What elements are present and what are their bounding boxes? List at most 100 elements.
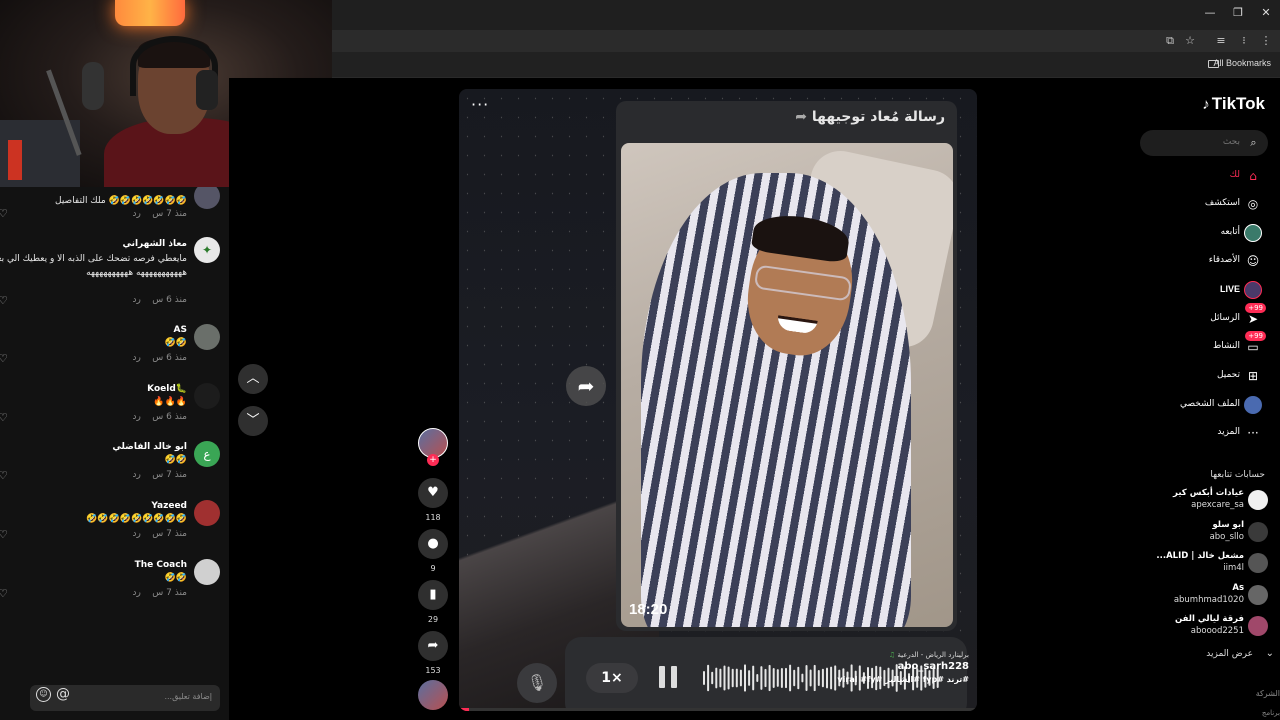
mention-icon[interactable]: @: [56, 686, 70, 702]
followed-account[interactable]: As abumhmad1020: [1140, 583, 1268, 613]
reply-link[interactable]: رد: [132, 470, 140, 480]
avatar[interactable]: ✦: [194, 237, 220, 263]
avatar[interactable]: [194, 324, 220, 350]
comment-author[interactable]: Koeld🐛: [147, 384, 187, 394]
heart-icon[interactable]: ♡: [0, 587, 8, 600]
waveform-bar: [776, 669, 779, 687]
account-handle: apexcare_sa: [1191, 500, 1244, 510]
comment-meta: منذ 7 س رد: [132, 588, 187, 598]
video-player[interactable]: ··· ➦ رسالة مُعاد توجيهها ➦ 18:20 🎙 1× ب…: [459, 89, 977, 711]
reply-link[interactable]: رد: [132, 529, 140, 539]
sidebar-item-following[interactable]: أتابعه: [1140, 223, 1268, 245]
comment-time: منذ 6 س: [152, 295, 187, 305]
heart-icon[interactable]: ♡: [0, 411, 8, 424]
followed-account[interactable]: عيادات أبكس كير apexcare_sa: [1140, 488, 1268, 518]
heart-icon[interactable]: ♡: [0, 528, 8, 541]
microphone-icon[interactable]: 🎙: [517, 663, 557, 703]
chevron-down-icon[interactable]: ⌄: [1266, 648, 1274, 659]
forwarded-label: رسالة مُعاد توجيهها: [811, 109, 945, 125]
program-link[interactable]: برنامج: [1262, 709, 1280, 717]
profile-avatar-icon: [1244, 396, 1262, 414]
sidebar-item-friends[interactable]: الأصدقاء ☺: [1140, 251, 1268, 273]
previous-video-button[interactable]: ︿: [238, 364, 268, 394]
reply-link[interactable]: رد: [132, 412, 140, 422]
avatar[interactable]: ع: [194, 441, 220, 467]
comment-time: منذ 7 س: [152, 470, 187, 480]
see-more-link[interactable]: عرض المزيد: [1206, 649, 1253, 659]
all-bookmarks-link[interactable]: All Bookmarks: [1213, 58, 1271, 68]
sidebar-item-upload[interactable]: تحميل ⊞: [1140, 366, 1268, 388]
sidebar-item-label: استكشف: [1204, 198, 1240, 208]
author-name[interactable]: abo_sarh228: [837, 661, 969, 672]
extension-icon[interactable]: ⁝: [1236, 33, 1252, 49]
bookmark-icon[interactable]: ▮: [418, 580, 448, 610]
video-progress-bar[interactable]: [459, 708, 977, 711]
search-box[interactable]: ⌕: [1140, 130, 1268, 156]
music-label[interactable]: برلينارد الرياض - الدرعية ♫: [837, 651, 969, 659]
search-icon[interactable]: ⌕: [1247, 136, 1260, 149]
heart-icon[interactable]: ♡: [0, 352, 8, 365]
heart-icon[interactable]: ♥: [418, 478, 448, 508]
sidebar-item-profile[interactable]: الملف الشخصي: [1140, 395, 1268, 417]
star-icon[interactable]: ☆: [1182, 33, 1198, 49]
hashtags[interactable]: #ترند #fyp #الشاليز #viral #fy: [837, 675, 969, 684]
following-avatar-icon: [1244, 224, 1262, 242]
comment-author[interactable]: معاذ الشهراني: [122, 239, 187, 249]
comment-author[interactable]: ابو خالد الفاضلي: [112, 442, 187, 452]
reply-link[interactable]: رد: [132, 295, 140, 305]
sidebar-item-explore[interactable]: استكشف ◎: [1140, 194, 1268, 216]
avatar[interactable]: [194, 383, 220, 409]
reply-link[interactable]: رد: [132, 588, 140, 598]
sidebar-item-label: لك: [1229, 170, 1240, 180]
restore-icon[interactable]: ❐: [1224, 4, 1252, 22]
waveform-bar: [760, 666, 763, 690]
next-video-button[interactable]: ﹀: [238, 406, 268, 436]
sidebar-item-messages[interactable]: الرسائل ➤ +99: [1140, 303, 1268, 331]
minimize-icon[interactable]: —: [1196, 4, 1224, 22]
followed-account[interactable]: فرقة ليالي الفن aboood2251: [1140, 614, 1268, 644]
close-icon[interactable]: ✕: [1252, 4, 1280, 22]
pause-icon[interactable]: [659, 666, 679, 688]
heart-icon[interactable]: ♡: [0, 207, 8, 220]
sidebar-item-live[interactable]: LIVE: [1140, 280, 1268, 302]
comment-input-placeholder[interactable]: إضافة تعليق...: [164, 692, 212, 701]
account-handle: abumhmad1020: [1173, 595, 1244, 605]
address-bar[interactable]: [332, 30, 1280, 52]
follow-plus-icon[interactable]: +: [427, 454, 439, 466]
media-icon[interactable]: ≡: [1213, 33, 1229, 49]
more-options-icon[interactable]: ···: [471, 95, 489, 114]
install-icon[interactable]: ⧉: [1162, 33, 1178, 49]
emoji-icon[interactable]: ☺: [36, 687, 51, 702]
reply-link[interactable]: رد: [132, 209, 140, 219]
heart-icon[interactable]: ♡: [0, 294, 8, 307]
comment-author[interactable]: Yazeed: [151, 501, 187, 511]
tiktok-logo[interactable]: ♪ TikTok: [1202, 94, 1265, 114]
sidebar-item-more[interactable]: المزيد ···: [1140, 423, 1268, 445]
search-input[interactable]: [1160, 137, 1240, 147]
avatar[interactable]: [194, 500, 220, 526]
heart-icon[interactable]: ♡: [0, 469, 8, 482]
company-link[interactable]: الشركة: [1256, 689, 1280, 698]
playback-speed-button[interactable]: 1×: [586, 663, 638, 693]
comment-icon[interactable]: ●: [418, 529, 448, 559]
share-icon[interactable]: ➦: [418, 631, 448, 661]
sidebar-item-activity[interactable]: النشاط ▭ +99: [1140, 331, 1268, 359]
comment-author[interactable]: The Coach: [135, 560, 187, 570]
next-creator-avatar[interactable]: [418, 680, 448, 710]
comment-time: منذ 7 س: [152, 588, 187, 598]
waveform-bar: [801, 673, 804, 683]
sidebar-item-for-you[interactable]: لك ⌂: [1140, 166, 1268, 188]
followed-account[interactable]: ابو سلو abo_sllo: [1140, 520, 1268, 550]
avatar[interactable]: [194, 187, 220, 209]
waveform-bar: [789, 664, 792, 692]
comment-text: 🤣🤣: [164, 338, 187, 348]
waveform-bar: [764, 668, 767, 688]
menu-icon[interactable]: ⋮: [1258, 33, 1274, 49]
waveform-bar: [817, 669, 820, 687]
avatar: [1248, 616, 1268, 636]
followed-account[interactable]: مشعل خالد | ALID... iim4l: [1140, 551, 1268, 581]
comment-author[interactable]: AS: [174, 325, 187, 335]
avatar[interactable]: [194, 559, 220, 585]
comment-meta: منذ 7 س رد: [132, 470, 187, 480]
reply-link[interactable]: رد: [132, 353, 140, 363]
